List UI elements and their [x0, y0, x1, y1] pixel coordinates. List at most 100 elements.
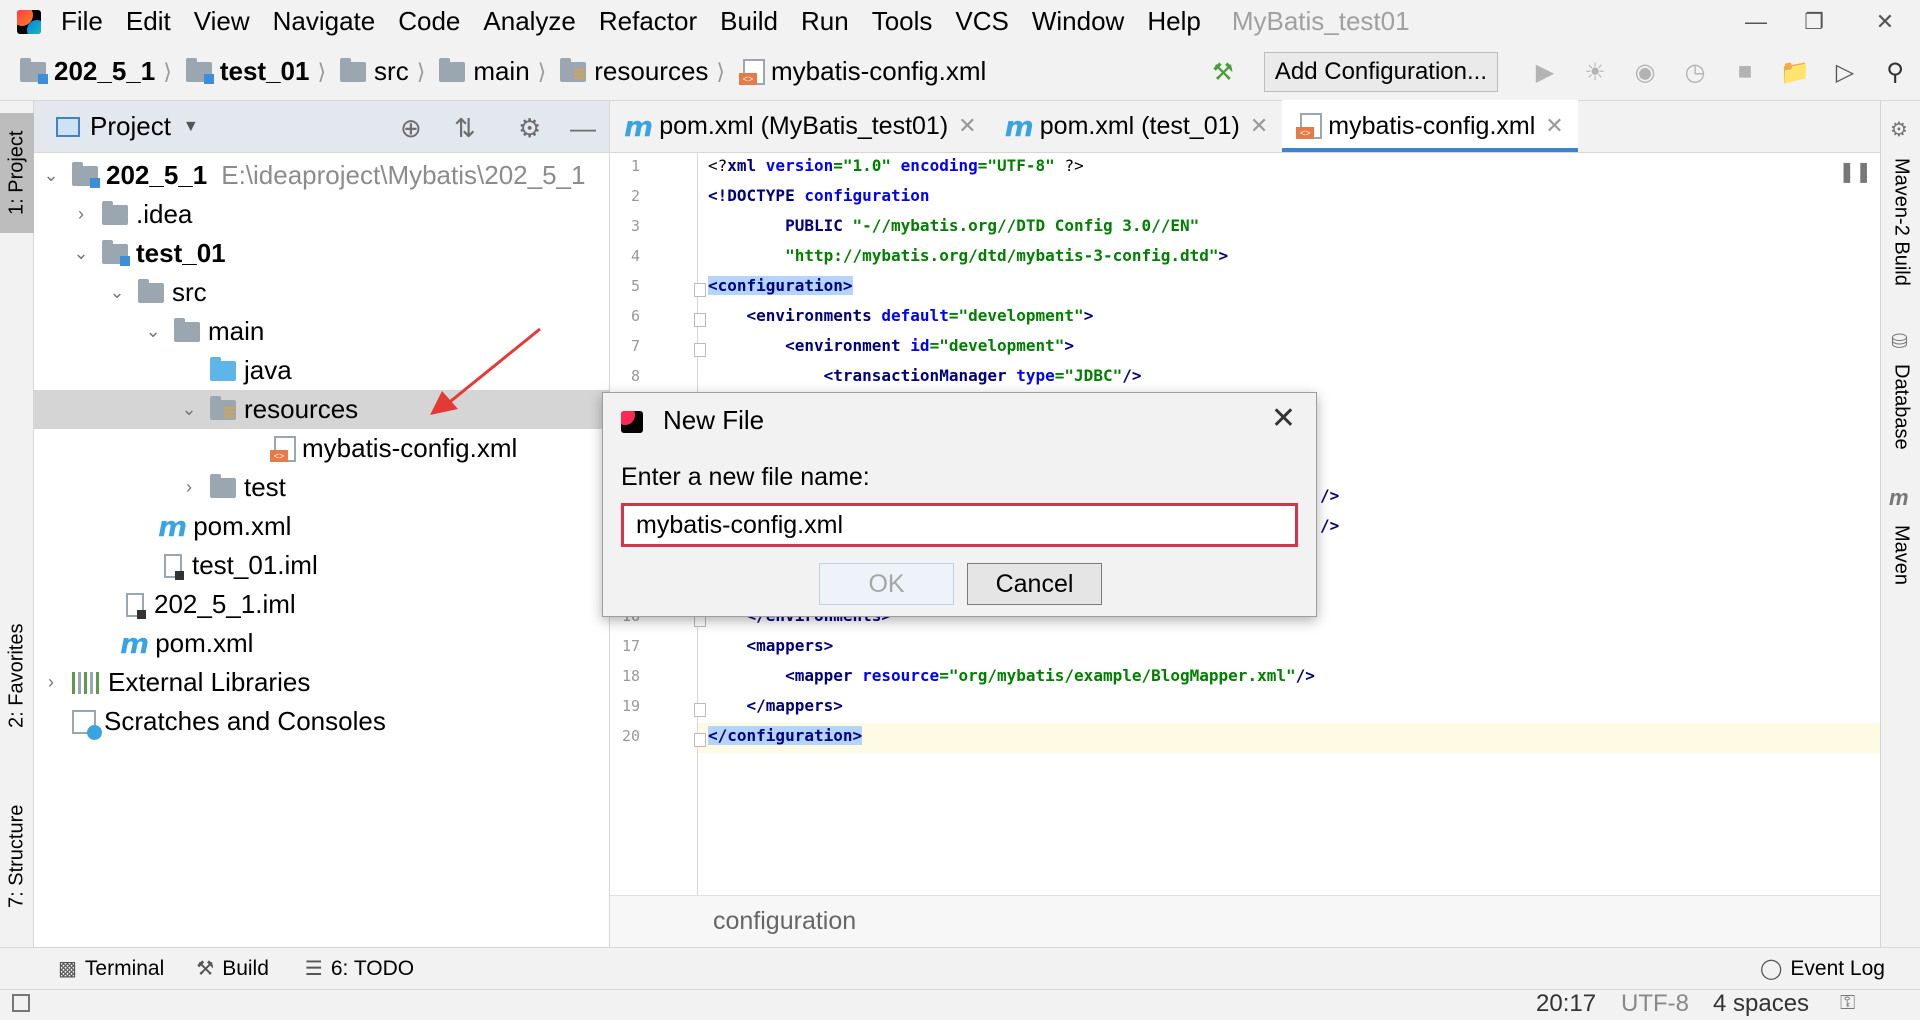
menu-navigate[interactable]: Navigate — [273, 6, 376, 37]
chevron-down-icon[interactable]: ⌄ — [70, 243, 92, 264]
search-icon[interactable]: ⚲ — [1881, 58, 1909, 86]
stop-icon[interactable]: ■ — [1731, 58, 1759, 86]
chevron-right-icon[interactable]: › — [178, 477, 200, 498]
close-tab-icon[interactable]: ✕ — [1250, 113, 1268, 139]
code-line-2[interactable]: <!DOCTYPE configuration — [708, 184, 930, 208]
menu-file[interactable]: File — [61, 6, 103, 37]
code-line-4[interactable]: "http://mybatis.org/dtd/mybatis-3-config… — [708, 244, 1228, 268]
chevron-right-icon[interactable]: › — [70, 204, 92, 225]
tab-pom-test01[interactable]: m pom.xml (test_01) ✕ — [991, 100, 1283, 152]
menu-vcs[interactable]: VCS — [955, 6, 1008, 37]
chevron-down-icon[interactable]: ⌄ — [178, 399, 200, 420]
chevron-down-icon[interactable]: ⌄ — [106, 282, 128, 303]
menu-tools[interactable]: Tools — [872, 6, 933, 37]
fold-marker-icon[interactable] — [694, 343, 706, 357]
close-window-icon[interactable]: ✕ — [1852, 0, 1918, 43]
menu-edit[interactable]: Edit — [126, 6, 171, 37]
menu-analyze[interactable]: Analyze — [483, 6, 576, 37]
debug-icon[interactable]: ☀ — [1581, 58, 1609, 86]
collapse-all-icon[interactable]: ⇅ — [454, 113, 476, 144]
tree-item-external-libraries[interactable]: › External Libraries — [34, 663, 610, 702]
add-configuration-button[interactable]: Add Configuration... — [1263, 52, 1498, 92]
todo-tab[interactable]: ☰ 6: TODO — [305, 956, 414, 981]
code-line-5[interactable]: <configuration> — [708, 274, 853, 298]
file-encoding[interactable]: UTF-8 — [1621, 990, 1689, 1018]
minimize-icon[interactable]: — — [1723, 0, 1789, 43]
tab-pom-root[interactable]: m pom.xml (MyBatis_test01) ✕ — [610, 100, 991, 152]
hide-icon[interactable]: — — [570, 113, 596, 144]
gear-icon[interactable]: ⚙ — [518, 113, 541, 144]
crumb-file[interactable]: mybatis-config.xml — [739, 56, 986, 87]
tab-mybatis-config[interactable]: mybatis-config.xml ✕ — [1282, 100, 1579, 152]
menu-help[interactable]: Help — [1147, 6, 1200, 37]
tree-item-idea[interactable]: › .idea — [34, 195, 610, 234]
menu-refactor[interactable]: Refactor — [599, 6, 697, 37]
build-tab[interactable]: ⚒ Build — [196, 956, 269, 981]
menu-view[interactable]: View — [194, 6, 250, 37]
code-line-6[interactable]: <environments default="development"> — [708, 304, 1094, 328]
tree-item-root-iml[interactable]: 202_5_1.iml — [34, 585, 610, 624]
tool-tab-favorites[interactable]: 2: Favorites — [0, 601, 34, 751]
project-view-title[interactable]: Project — [90, 111, 171, 142]
fold-marker-icon[interactable] — [694, 313, 706, 327]
code-line-8[interactable]: <transactionManager type="JDBC"/> — [708, 364, 1142, 388]
ok-button[interactable]: OK — [819, 563, 954, 605]
tool-tab-maven2-build[interactable]: Maven-2 Build — [1881, 147, 1920, 297]
crumb-resources[interactable]: resources ⟩ — [560, 56, 733, 87]
tool-tab-maven[interactable]: Maven — [1881, 515, 1920, 595]
file-name-input[interactable] — [621, 503, 1298, 547]
tool-tab-project[interactable]: 1: Project — [0, 113, 34, 233]
crumb-module[interactable]: test_01 ⟩ — [185, 56, 334, 87]
crumb-src[interactable]: src ⟩ — [340, 56, 433, 87]
cancel-button[interactable]: Cancel — [967, 563, 1102, 605]
tree-item-test01[interactable]: ⌄ test_01 — [34, 234, 610, 273]
breadcrumb-item[interactable]: configuration — [713, 907, 856, 936]
code-line-17[interactable]: <mappers> — [708, 634, 834, 658]
chevron-down-icon[interactable]: ⌄ — [40, 165, 62, 186]
tree-item-pom-test01[interactable]: m pom.xml — [34, 507, 610, 546]
code-line-20[interactable]: </configuration> — [708, 724, 863, 748]
code-fragment[interactable]: /> — [1320, 484, 1339, 508]
crumb-project[interactable]: 202_5_1 ⟩ — [20, 56, 180, 87]
code-line-18[interactable]: <mapper resource="org/mybatis/example/Bl… — [708, 664, 1315, 688]
chevron-down-icon[interactable]: ▼ — [183, 118, 199, 136]
run-icon[interactable]: ▶ — [1531, 58, 1559, 86]
code-line-7[interactable]: <environment id="development"> — [708, 334, 1074, 358]
code-fragment[interactable]: /> — [1320, 514, 1339, 538]
tree-item-scratches[interactable]: Scratches and Consoles — [34, 702, 610, 741]
tree-item-root[interactable]: ⌄ 202_5_1 E:\ideaproject\Mybatis\202_5_1 — [34, 156, 610, 195]
chevron-down-icon[interactable]: ⌄ — [142, 321, 164, 342]
crumb-main[interactable]: main ⟩ — [439, 56, 554, 87]
tree-item-mybatis-config[interactable]: mybatis-config.xml — [34, 429, 610, 468]
close-tab-icon[interactable]: ✕ — [958, 113, 976, 139]
tree-item-test01-iml[interactable]: test_01.iml — [34, 546, 610, 585]
fold-marker-icon[interactable] — [694, 703, 706, 717]
project-structure-icon[interactable]: 📁 — [1780, 58, 1810, 86]
code-line-19[interactable]: </mappers> — [708, 694, 843, 718]
run-anything-icon[interactable]: ▷ — [1831, 58, 1859, 86]
toggle-tool-windows-icon[interactable] — [12, 994, 30, 1012]
menu-window[interactable]: Window — [1032, 6, 1124, 37]
tree-item-pom-root[interactable]: m pom.xml — [34, 624, 610, 663]
code-line-3[interactable]: PUBLIC "-//mybatis.org//DTD Config 3.0//… — [708, 214, 1199, 238]
restore-icon[interactable]: ❐ — [1781, 0, 1847, 43]
menu-code[interactable]: Code — [398, 6, 460, 37]
close-tab-icon[interactable]: ✕ — [1545, 113, 1563, 139]
close-icon[interactable]: ✕ — [1271, 401, 1296, 436]
build-hammer-icon[interactable]: ⚒ — [1209, 58, 1237, 86]
cursor-position[interactable]: 20:17 — [1536, 990, 1596, 1018]
profile-icon[interactable]: ◷ — [1681, 58, 1709, 86]
lock-icon[interactable]: ⚿ — [1840, 992, 1855, 1015]
fold-marker-icon[interactable] — [694, 733, 706, 747]
code-line-1[interactable]: <?xml version="1.0" encoding="UTF-8" ?> — [708, 154, 1084, 178]
locate-icon[interactable]: ⊕ — [400, 113, 422, 144]
tool-tab-structure[interactable]: 7: Structure — [0, 781, 34, 931]
chevron-right-icon[interactable]: › — [40, 672, 62, 693]
tool-tab-database[interactable]: Database — [1881, 357, 1920, 457]
tree-item-src[interactable]: ⌄ src — [34, 273, 610, 312]
fold-marker-icon[interactable] — [694, 283, 706, 297]
coverage-icon[interactable]: ◉ — [1631, 58, 1659, 86]
editor-pause-icon[interactable]: ❚❚ — [1838, 159, 1872, 184]
tree-item-test[interactable]: › test — [34, 468, 610, 507]
menu-run[interactable]: Run — [801, 6, 849, 37]
